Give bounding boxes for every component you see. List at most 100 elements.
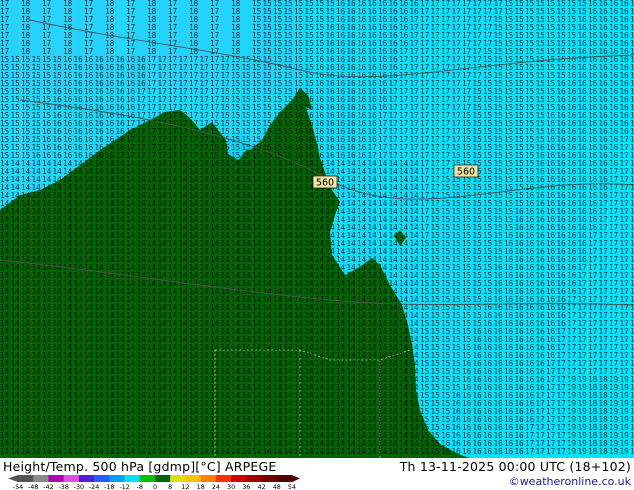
colorbar-tick-label: -30 bbox=[74, 483, 84, 490]
colorbar-swatch bbox=[276, 475, 293, 482]
colorbar-arrow-left bbox=[8, 475, 18, 482]
field-glyph: 14 bbox=[200, 447, 210, 456]
field-glyph: 16 bbox=[504, 447, 514, 456]
colorbar-tick-label: -12 bbox=[119, 483, 129, 490]
field-glyph: 14 bbox=[42, 447, 52, 456]
colorbar-swatch bbox=[33, 475, 49, 482]
field-glyph: 14 bbox=[147, 447, 157, 456]
temperature-glyph-layer: 17 18 17 18 17 18 17 18 17 18 17 18 15 15 15 15 15 15 15 15… bbox=[0, 0, 634, 456]
field-glyph: 14 bbox=[0, 447, 10, 456]
field-glyph: 18 bbox=[588, 447, 598, 456]
colorbar-swatch bbox=[124, 475, 141, 482]
field-glyph: 14 bbox=[389, 447, 399, 456]
field-glyph: 14 bbox=[347, 447, 357, 456]
colorbar-swatch bbox=[170, 475, 186, 482]
colorbar-swatch bbox=[63, 475, 80, 482]
colorbar-tick-label: 24 bbox=[212, 483, 220, 490]
field-glyph: 14 bbox=[189, 447, 199, 456]
field-glyph: 15 bbox=[420, 447, 429, 456]
colorbar-tick-label: 0 bbox=[153, 483, 157, 490]
contour-label-2: 560 bbox=[457, 167, 475, 178]
colorbar-swatch bbox=[231, 475, 247, 482]
field-glyph: 14 bbox=[231, 447, 241, 456]
field-glyph: 17 bbox=[525, 447, 534, 456]
field-glyph: 14 bbox=[315, 447, 325, 456]
colorbar-swatch bbox=[139, 475, 156, 482]
forecast-time: Th 13-11-2025 00:00 UTC (18+102) bbox=[400, 459, 631, 474]
field-glyph: 16 bbox=[452, 447, 462, 456]
credit-link[interactable]: ©weatheronline.co.uk bbox=[509, 475, 631, 488]
field-glyph: 19 bbox=[609, 447, 619, 456]
field-glyph: 16 bbox=[473, 447, 483, 456]
field-glyph: 14 bbox=[252, 447, 262, 456]
field-glyph: 14 bbox=[294, 447, 304, 456]
field-glyph: 14 bbox=[273, 447, 283, 456]
field-glyph: 14 bbox=[95, 447, 105, 456]
field-glyph: 14 bbox=[284, 447, 294, 456]
colorbar-tick-label: 30 bbox=[227, 483, 235, 490]
contour-label-1: 560 bbox=[316, 178, 334, 189]
field-glyph: 14 bbox=[168, 447, 178, 456]
field-glyph: 14 bbox=[378, 447, 388, 456]
field-glyph: 16 bbox=[441, 447, 451, 456]
colorbar-swatch bbox=[78, 475, 95, 482]
field-glyph: 14 bbox=[116, 447, 126, 456]
colorbar-swatch bbox=[109, 475, 125, 482]
field-glyph: 16 bbox=[483, 447, 493, 456]
colorbar-swatch bbox=[18, 475, 34, 482]
field-glyph: 14 bbox=[368, 447, 378, 456]
colorbar-swatch bbox=[48, 475, 64, 482]
field-glyph: 16 bbox=[515, 447, 525, 456]
colorbar-tick-label: 36 bbox=[242, 483, 250, 490]
field-glyph: 14 bbox=[179, 447, 189, 456]
colorbar-arrow-right bbox=[292, 475, 300, 482]
field-glyph: 14 bbox=[305, 447, 315, 456]
colorbar-tick-label: -38 bbox=[58, 483, 68, 490]
field-glyph: 17 bbox=[557, 447, 566, 456]
field-glyph: 14 bbox=[137, 447, 147, 456]
colorbar-tick-label: -8 bbox=[137, 483, 143, 490]
field-glyph: 14 bbox=[399, 447, 409, 456]
field-glyph: 14 bbox=[210, 447, 220, 456]
forecast-map: 17 18 17 18 17 18 17 18 17 18 17 18 15 15 15 15 15 15 15 15… bbox=[0, 0, 634, 458]
field-glyph: 18 bbox=[599, 447, 609, 456]
temperature-colorbar: -54 -48 -42 -38 -30 -24 -18 -12 -8 0 8 12 18 24 30 36 42… bbox=[8, 475, 300, 490]
field-glyph: 14 bbox=[357, 447, 367, 456]
field-glyph: 19 bbox=[567, 447, 577, 456]
field-glyph: 14 bbox=[105, 447, 115, 456]
field-glyph: 14 bbox=[410, 447, 420, 456]
field-glyph: 14 bbox=[32, 447, 42, 456]
colorbar-swatch bbox=[155, 475, 171, 482]
field-glyph: 17 bbox=[546, 447, 555, 456]
colorbar-tick-label: -42 bbox=[43, 483, 53, 490]
field-glyph: 14 bbox=[158, 447, 168, 456]
field-glyph: 14 bbox=[21, 447, 31, 456]
colorbar-tick-label: 42 bbox=[258, 483, 266, 490]
field-glyph: 14 bbox=[84, 447, 94, 456]
colorbar-tick-label: -48 bbox=[28, 483, 38, 490]
colorbar-tick-label: 54 bbox=[288, 483, 296, 490]
footer: Height/Temp. 500 hPa [gdmp][°C] ARPEGE T… bbox=[0, 458, 634, 490]
field-glyph: 14 bbox=[11, 447, 21, 456]
field-glyph: 16 bbox=[462, 447, 472, 456]
colorbar-swatch bbox=[185, 475, 201, 482]
colorbar-tick-label: 8 bbox=[168, 483, 172, 490]
colorbar-tick-label: -24 bbox=[89, 483, 99, 490]
field-glyph: 14 bbox=[336, 447, 346, 456]
field-glyph: 16 bbox=[494, 447, 504, 456]
colorbar-swatch bbox=[246, 475, 262, 482]
colorbar-swatch bbox=[261, 475, 278, 482]
field-glyph: 14 bbox=[326, 447, 336, 456]
field-glyph: 14 bbox=[221, 447, 231, 456]
colorbar-tick-label: -18 bbox=[104, 483, 114, 490]
field-glyph: 14 bbox=[242, 447, 252, 456]
field-glyph: 14 bbox=[74, 447, 84, 456]
field-glyph: 14 bbox=[263, 447, 273, 456]
colorbar-swatch bbox=[94, 475, 110, 482]
colorbar-tick-label: -54 bbox=[13, 483, 23, 490]
field-glyph: 14 bbox=[63, 447, 73, 456]
colorbar-tick-label: 48 bbox=[273, 483, 281, 490]
colorbar-tick-label: 18 bbox=[197, 483, 205, 490]
field-glyph: 17 bbox=[536, 447, 545, 456]
colorbar-tick-label: 12 bbox=[181, 483, 189, 490]
